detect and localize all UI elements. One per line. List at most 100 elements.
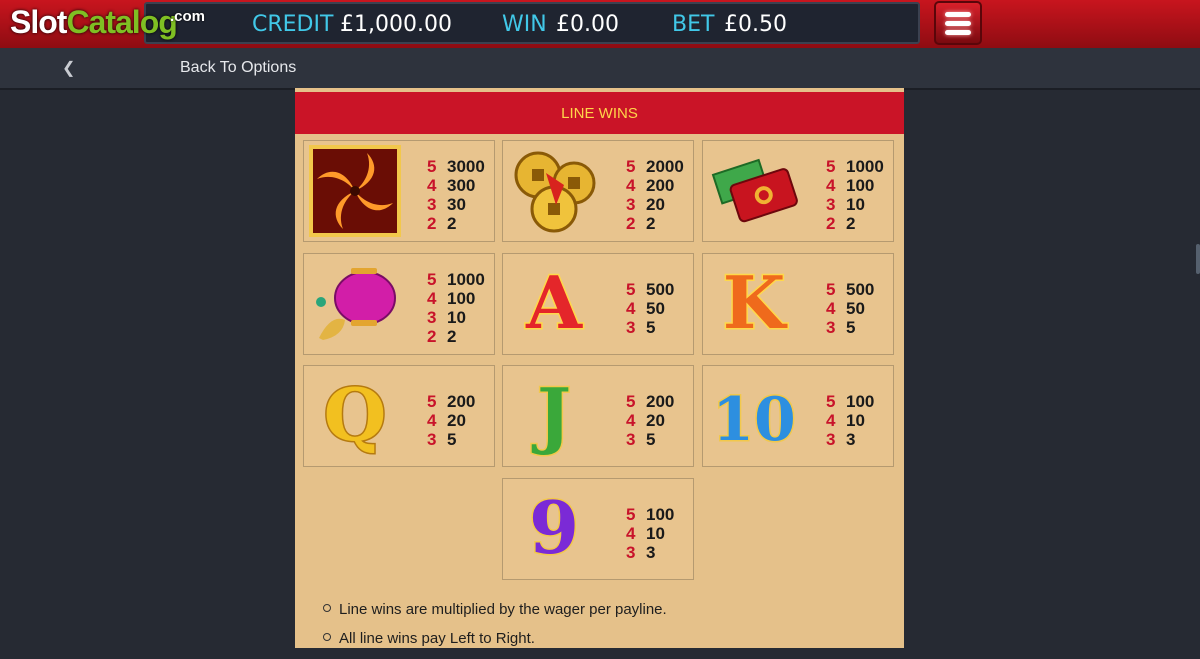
menu-line-icon — [945, 12, 971, 17]
bet-label: BET — [672, 12, 715, 37]
pinwheel-wild-icon — [309, 145, 401, 237]
payout-row: 3 10 — [427, 308, 485, 327]
match-count: 3 — [427, 195, 437, 214]
payout-row: 4 10 — [626, 524, 674, 543]
match-count: 5 — [626, 392, 636, 411]
payout-list: 5 100 4 10 3 3 — [626, 505, 674, 562]
credit-value: £1,000.00 — [340, 12, 452, 37]
symbol-paytable-card: 5 3000 4 300 3 30 2 2 — [303, 140, 495, 242]
payout-list: 5 100 4 10 3 3 — [826, 392, 874, 449]
payout-row: 3 20 — [626, 195, 684, 214]
match-count: 3 — [427, 308, 437, 327]
line-wins-header: LINE WINS — [295, 92, 904, 134]
match-count: 5 — [626, 505, 636, 524]
payout-row: 4 20 — [626, 411, 674, 430]
match-count: 4 — [626, 299, 636, 318]
payout-value: 5 — [846, 318, 856, 337]
match-count: 5 — [826, 392, 836, 411]
svg-text:A: A — [525, 260, 583, 345]
rule-item: Line wins are multiplied by the wager pe… — [323, 601, 667, 618]
payout-row: 4 100 — [826, 176, 884, 195]
payout-value: 1000 — [846, 157, 884, 176]
match-count: 3 — [826, 430, 836, 449]
symbol-paytable-card: 9 5 100 4 10 3 3 — [502, 478, 694, 580]
chevron-left-icon[interactable]: ❮ — [62, 58, 75, 78]
symbol-paytable-card: 5 1000 4 100 3 10 2 2 — [303, 253, 495, 355]
payout-value: 2 — [846, 214, 856, 233]
payout-value: 5 — [646, 430, 656, 449]
payout-row: 35 — [427, 430, 475, 449]
payout-value: 20 — [447, 411, 466, 430]
svg-text:K: K — [723, 260, 788, 345]
match-count: 2 — [427, 214, 437, 233]
payout-row: 22 — [626, 214, 684, 233]
site-logo[interactable]: SlotCatalog .com — [10, 4, 205, 52]
payout-value: 2 — [646, 214, 656, 233]
payout-list: 5 200 4 20 3 5 — [427, 392, 475, 449]
letter-k-icon: K — [708, 258, 800, 350]
payout-row: 5 100 — [826, 392, 874, 411]
match-count: 3 — [626, 543, 636, 562]
logo-text-catalog: Catalog — [66, 4, 177, 40]
scrollbar-thumb[interactable] — [1196, 244, 1200, 274]
logo-text-slot: Slot — [10, 4, 67, 40]
payout-value: 200 — [646, 392, 675, 411]
payout-value: 3000 — [447, 157, 485, 176]
payout-row: 3 10 — [826, 195, 884, 214]
rules-list: Line wins are multiplied by the wager pe… — [323, 601, 667, 659]
payout-value: 2 — [447, 327, 457, 346]
win-label: WIN — [502, 12, 547, 37]
menu-line-icon — [945, 21, 971, 26]
payout-value: 10 — [646, 524, 665, 543]
match-count: 4 — [626, 524, 636, 543]
payout-value: 2 — [447, 214, 457, 233]
back-to-options-link[interactable]: Back To Options — [180, 59, 296, 77]
payout-value: 2000 — [646, 157, 684, 176]
match-count: 5 — [826, 157, 836, 176]
payout-value: 500 — [646, 280, 675, 299]
symbol-paytable-card: J 5 200 4 20 3 5 — [502, 365, 694, 467]
payout-row: 35 — [826, 318, 874, 337]
payout-row: 22 — [427, 214, 485, 233]
pink-lantern-icon — [309, 258, 401, 350]
payout-value: 10 — [846, 195, 865, 214]
rule-text: All line wins pay Left to Right. — [339, 630, 535, 647]
payout-value: 50 — [846, 299, 865, 318]
match-count: 5 — [427, 157, 437, 176]
match-count: 5 — [427, 270, 437, 289]
symbol-paytable-card: K 5 500 4 50 3 5 — [702, 253, 894, 355]
match-count: 3 — [626, 318, 636, 337]
payout-row: 22 — [826, 214, 884, 233]
match-count: 4 — [427, 411, 437, 430]
match-count: 2 — [427, 327, 437, 346]
payout-value: 200 — [447, 392, 476, 411]
payout-list: 5 1000 4 100 3 10 2 2 — [427, 270, 485, 346]
payout-row: 5 3000 — [427, 157, 485, 176]
svg-text:9: 9 — [529, 485, 579, 570]
payout-value: 100 — [846, 176, 875, 195]
payout-value: 30 — [447, 195, 466, 214]
payout-row: 4 10 — [826, 411, 874, 430]
match-count: 4 — [427, 289, 437, 308]
payout-row: 33 — [626, 543, 674, 562]
match-count: 3 — [626, 430, 636, 449]
payout-value: 5 — [646, 318, 656, 337]
payout-row: 33 — [826, 430, 874, 449]
red-envelope-icon — [708, 145, 800, 237]
payout-value: 10 — [447, 308, 466, 327]
match-count: 3 — [826, 318, 836, 337]
payout-value: 300 — [447, 176, 476, 195]
payout-row: 35 — [626, 318, 674, 337]
match-count: 3 — [626, 195, 636, 214]
nav-bar: ❮ Back To Options — [0, 48, 1200, 90]
payout-value: 50 — [646, 299, 665, 318]
match-count: 5 — [626, 157, 636, 176]
match-count: 3 — [427, 430, 437, 449]
symbol-paytable-card: Q 5 200 4 20 3 5 — [303, 365, 495, 467]
payout-list: 5 1000 4 100 3 10 2 2 — [826, 157, 884, 233]
match-count: 5 — [427, 392, 437, 411]
match-count: 4 — [626, 411, 636, 430]
payout-value: 1000 — [447, 270, 485, 289]
hamburger-menu-button[interactable] — [934, 1, 982, 45]
match-count: 4 — [626, 176, 636, 195]
